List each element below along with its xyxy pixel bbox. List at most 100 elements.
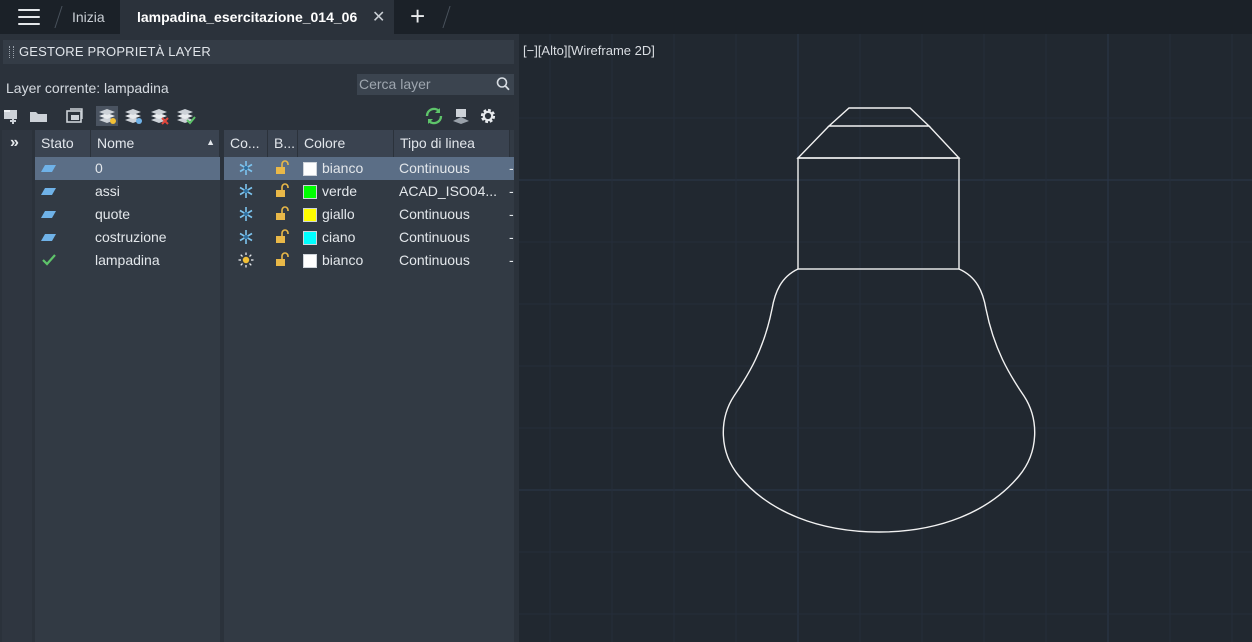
layer-toolbar — [0, 104, 519, 130]
layer-linetype[interactable]: Continuous — [399, 252, 470, 268]
unlock-icon[interactable] — [275, 206, 289, 222]
snowflake-icon[interactable] — [238, 183, 254, 199]
column-header-freeze[interactable]: Co... — [224, 130, 268, 157]
column-header-nome-label: Nome — [97, 135, 135, 151]
layer-row-properties[interactable]: bianco Continuous - — [224, 157, 514, 180]
truncated-column-marker: - — [509, 160, 514, 176]
layer-settings-toggle-icon[interactable] — [450, 106, 472, 126]
drawing-canvas[interactable] — [519, 34, 1252, 642]
unlock-icon[interactable] — [275, 160, 289, 176]
light-bulb-drawing — [722, 107, 1036, 533]
truncated-column-marker: - — [509, 206, 514, 222]
layer-color-name[interactable]: giallo — [322, 206, 355, 222]
tab-home[interactable]: Inizia — [72, 9, 105, 25]
layer-color-name[interactable]: verde — [322, 183, 357, 199]
set-current-icon[interactable] — [174, 106, 196, 126]
layer-linetype[interactable]: Continuous — [399, 160, 470, 176]
hamburger-menu-icon[interactable] — [18, 8, 40, 26]
layer-status-icon[interactable] — [41, 187, 57, 197]
layer-linetype[interactable]: Continuous — [399, 229, 470, 245]
color-swatch[interactable] — [303, 185, 317, 199]
color-swatch[interactable] — [303, 208, 317, 222]
layer-row[interactable]: quote — [35, 203, 220, 226]
drawing-viewport[interactable]: [−][Alto][Wireframe 2D] — [519, 34, 1252, 642]
layer-row[interactable]: 0 — [35, 157, 220, 180]
layer-states-icon[interactable] — [64, 106, 86, 126]
tab-active-title: lampadina_esercitazione_014_06 — [137, 9, 358, 25]
layer-freeze-vp-icon[interactable] — [122, 106, 144, 126]
tab-bar: Inizia lampadina_esercitazione_014_06 ✕ … — [0, 0, 1252, 34]
layer-color-name[interactable]: bianco — [322, 252, 363, 268]
layer-linetype[interactable]: ACAD_ISO04... — [399, 183, 497, 199]
grid-lines — [519, 34, 1252, 642]
sort-ascending-icon: ▲ — [206, 137, 215, 147]
grip-icon[interactable] — [9, 46, 14, 58]
layer-row[interactable]: assi — [35, 180, 220, 203]
layer-row-properties[interactable]: verde ACAD_ISO04... - — [224, 180, 514, 203]
column-header-color[interactable]: Colore — [298, 130, 394, 157]
layer-status-icon[interactable] — [41, 233, 57, 243]
column-header-lock[interactable]: B... — [268, 130, 298, 157]
tab-active-drawing[interactable]: lampadina_esercitazione_014_06 ✕ — [120, 0, 394, 34]
new-tab-icon[interactable]: + — [410, 1, 425, 32]
layer-row[interactable]: lampadina — [35, 249, 220, 272]
truncated-column-marker: - — [509, 183, 514, 199]
layer-list-names: Stato Nome ▲ 0 assi quote costruzione lampad… — [35, 130, 220, 642]
layer-color-name[interactable]: bianco — [322, 160, 363, 176]
bulb-cap-trapezoid — [796, 125, 961, 159]
grid-minor-lines — [519, 34, 1252, 642]
layer-status-icon[interactable] — [41, 210, 57, 220]
layer-row-properties[interactable]: bianco Continuous - — [224, 249, 514, 272]
current-layer-check-icon[interactable] — [42, 254, 56, 266]
column-header-stato[interactable]: Stato — [35, 130, 91, 157]
gear-icon[interactable] — [477, 106, 499, 126]
column-header-nome[interactable]: Nome ▲ — [91, 130, 220, 157]
new-layer-icon[interactable] — [2, 106, 24, 126]
delete-layer-icon[interactable] — [148, 106, 170, 126]
search-input[interactable]: Cerca layer — [357, 74, 514, 95]
unlock-icon[interactable] — [275, 229, 289, 245]
layer-properties-panel: GESTORE PROPRIETÀ LAYER Layer corrente: … — [0, 34, 519, 642]
filter-tree-collapsed: » — [2, 130, 32, 642]
new-folder-icon[interactable] — [28, 106, 50, 126]
layer-name[interactable]: costruzione — [95, 229, 167, 245]
bulb-cap-top — [827, 107, 931, 127]
layer-name[interactable]: assi — [95, 183, 120, 199]
new-layer-vp-icon[interactable] — [96, 106, 118, 126]
tab-separator — [442, 6, 451, 28]
layer-name[interactable]: lampadina — [95, 252, 160, 268]
layer-name[interactable]: 0 — [95, 160, 103, 176]
viewport-controls-label[interactable]: [−][Alto][Wireframe 2D] — [523, 43, 655, 58]
color-swatch[interactable] — [303, 231, 317, 245]
column-header-linetype[interactable]: Tipo di linea — [394, 130, 510, 157]
truncated-column-marker: - — [509, 229, 514, 245]
layer-status-icon[interactable] — [41, 164, 57, 174]
close-icon[interactable]: ✕ — [372, 7, 385, 27]
color-swatch[interactable] — [303, 162, 317, 176]
tab-separator — [54, 6, 63, 28]
layer-color-name[interactable]: ciano — [322, 229, 355, 245]
current-layer-label: Layer corrente: lampadina — [6, 80, 169, 96]
bulb-glass-outline — [722, 268, 1036, 533]
color-swatch[interactable] — [303, 254, 317, 268]
unlock-icon[interactable] — [275, 183, 289, 199]
layer-list-properties: Co... B... Colore Tipo di linea bianco Co… — [224, 130, 514, 642]
layer-row-properties[interactable]: giallo Continuous - — [224, 203, 514, 226]
unlock-icon[interactable] — [275, 252, 289, 268]
bulb-base — [797, 157, 960, 270]
panel-header[interactable]: GESTORE PROPRIETÀ LAYER — [3, 40, 514, 64]
search-icon[interactable] — [495, 76, 511, 92]
layer-row[interactable]: costruzione — [35, 226, 220, 249]
refresh-icon[interactable] — [423, 106, 445, 126]
layer-name[interactable]: quote — [95, 206, 130, 222]
layer-row-properties[interactable]: ciano Continuous - — [224, 226, 514, 249]
sun-icon[interactable] — [238, 252, 254, 268]
expand-filter-icon[interactable]: » — [10, 134, 19, 152]
truncated-column-marker: - — [509, 252, 514, 268]
snowflake-icon[interactable] — [238, 229, 254, 245]
panel-title: GESTORE PROPRIETÀ LAYER — [19, 44, 211, 59]
layer-linetype[interactable]: Continuous — [399, 206, 470, 222]
snowflake-icon[interactable] — [238, 206, 254, 222]
search-placeholder: Cerca layer — [359, 76, 431, 92]
snowflake-icon[interactable] — [238, 160, 254, 176]
